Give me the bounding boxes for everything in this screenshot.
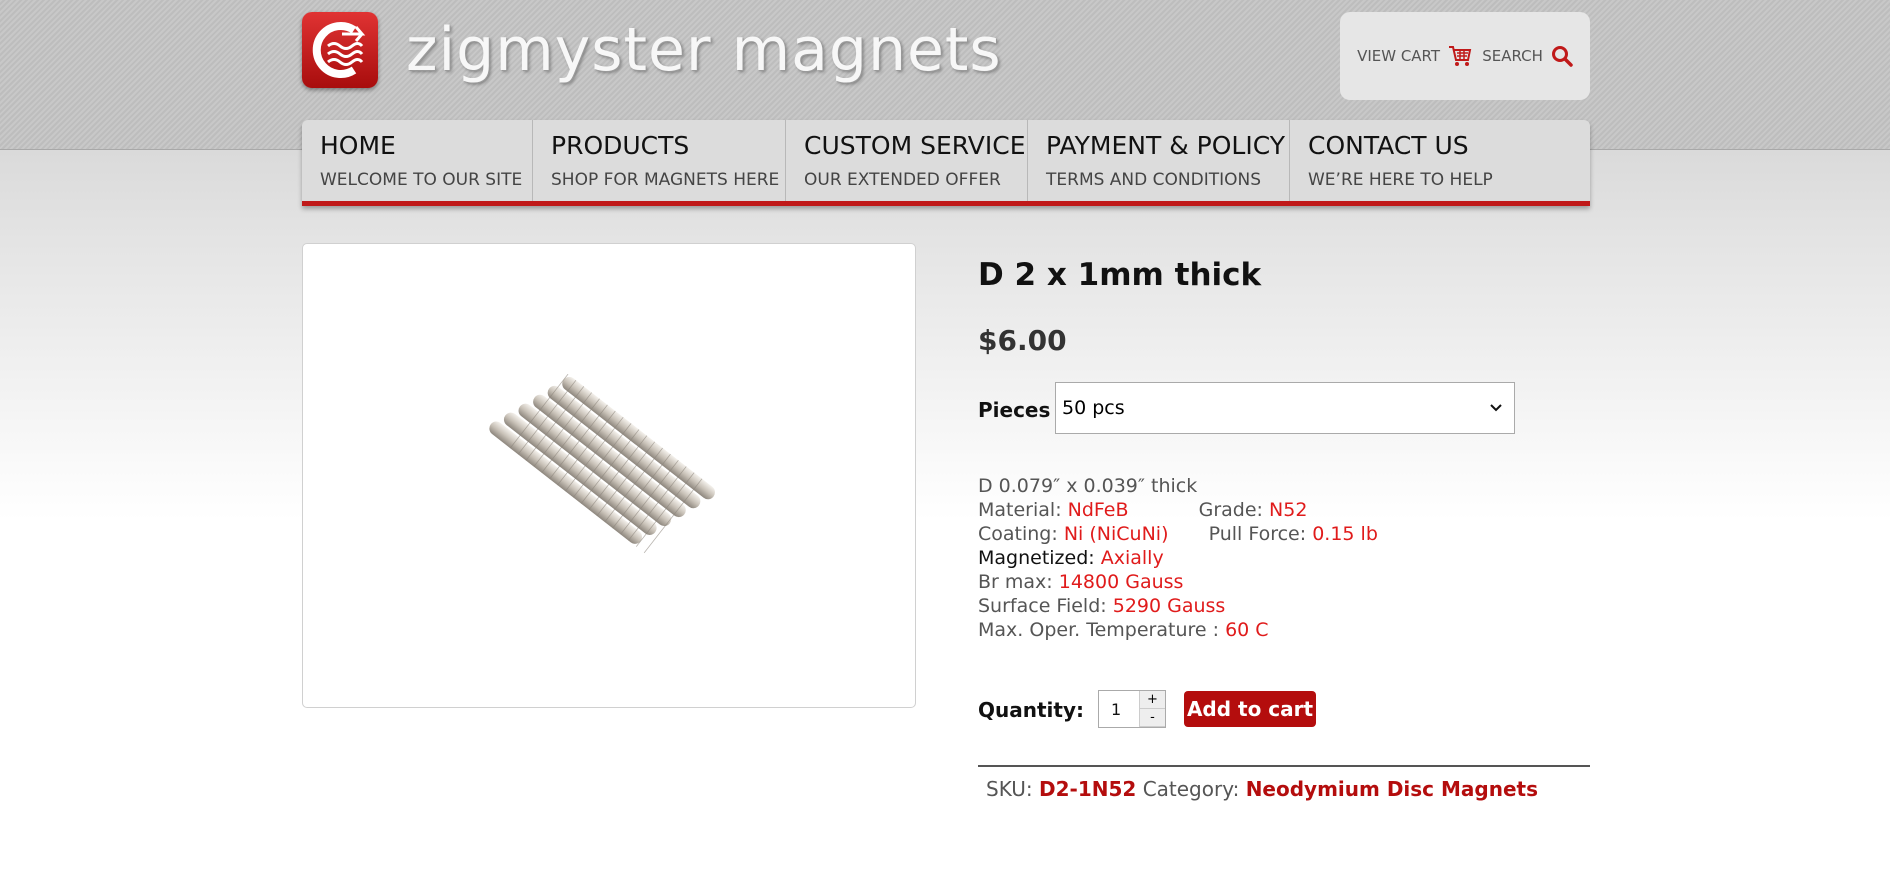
sku-label: SKU: <box>986 777 1033 801</box>
product-title: D 2 x 1mm thick <box>978 257 1262 293</box>
pieces-selected-value: 50 pcs <box>1062 397 1125 419</box>
spec-label: Coating: <box>978 523 1058 545</box>
site-logo[interactable]: zigmyster magnets <box>302 12 1002 88</box>
search-icon <box>1551 46 1573 67</box>
spec-label: Br max: <box>978 571 1053 593</box>
quantity-stepper[interactable]: 1 + - <box>1098 690 1166 728</box>
nav-item-home[interactable]: HOME WELCOME TO OUR SITE <box>302 120 533 201</box>
brand-name: zigmyster magnets <box>406 15 1002 85</box>
category-link[interactable]: Neodymium Disc Magnets <box>1246 777 1538 801</box>
nav-item-products[interactable]: PRODUCTS SHOP FOR MAGNETS HERE <box>533 120 786 201</box>
spec-label: Grade: <box>1198 499 1263 521</box>
nav-subtitle: SHOP FOR MAGNETS HERE <box>551 170 780 190</box>
nav-subtitle: WE’RE HERE TO HELP <box>1308 170 1493 190</box>
pieces-label: Pieces <box>978 398 1051 422</box>
nav-item-contact-us[interactable]: CONTACT US WE’RE HERE TO HELP <box>1290 120 1590 201</box>
product-image <box>489 374 715 554</box>
spec-value-br-max: 14800 Gauss <box>1058 571 1184 593</box>
cart-icon <box>1449 46 1472 66</box>
nav-title: PAYMENT & POLICY <box>1046 131 1285 160</box>
spec-row-magnetized: Magnetized: Axially <box>978 546 1378 570</box>
view-cart-link[interactable]: VIEW CART <box>1357 45 1472 67</box>
quantity-label: Quantity: <box>978 698 1084 722</box>
spec-row-material-grade: Material: NdFeB Grade: N52 <box>978 498 1378 522</box>
spec-value-magnetized: Axially <box>1100 547 1164 569</box>
product-image-box[interactable] <box>302 243 916 708</box>
spec-label: Max. Oper. Temperature : <box>978 619 1220 641</box>
nav-item-payment-policy[interactable]: PAYMENT & POLICY TERMS AND CONDITIONS <box>1028 120 1290 201</box>
product-price: $6.00 <box>978 324 1067 357</box>
sku-value: D2-1N52 <box>1039 777 1137 801</box>
nav-subtitle: TERMS AND CONDITIONS <box>1046 170 1261 190</box>
quantity-steps: + - <box>1139 691 1165 727</box>
add-to-cart-button[interactable]: Add to cart <box>1184 691 1316 727</box>
quantity-increase-button[interactable]: + <box>1140 691 1165 709</box>
product-meta: SKU: D2-1N52 Category: Neodymium Disc Ma… <box>978 765 1590 801</box>
spec-row-max-temp: Max. Oper. Temperature : 60 C <box>978 618 1378 642</box>
spec-value-grade: N52 <box>1269 499 1308 521</box>
spec-dimensions: D 0.079″ x 0.039″ thick <box>978 475 1198 497</box>
header-tools: VIEW CART SEARCH <box>1340 12 1590 100</box>
spec-row-surface-field: Surface Field: 5290 Gauss <box>978 594 1378 618</box>
category-label: Category: <box>1142 777 1240 801</box>
spec-label: Magnetized: <box>978 547 1095 569</box>
search-link[interactable]: SEARCH <box>1482 45 1573 67</box>
spec-row-br-max: Br max: 14800 Gauss <box>978 570 1378 594</box>
logo-icon <box>302 12 378 88</box>
product-specs: D 0.079″ x 0.039″ thick Material: NdFeB … <box>978 474 1378 642</box>
spec-value-material: NdFeB <box>1067 499 1129 521</box>
pieces-select[interactable]: 50 pcs <box>1055 382 1515 434</box>
nav-title: HOME <box>320 131 396 160</box>
view-cart-label: VIEW CART <box>1357 47 1441 65</box>
nav-title: CONTACT US <box>1308 131 1469 160</box>
chevron-down-icon <box>1490 404 1502 412</box>
spec-label: Material: <box>978 499 1062 521</box>
spec-value-pull-force: 0.15 lb <box>1312 523 1378 545</box>
spec-label: Pull Force: <box>1208 523 1307 545</box>
nav-title: PRODUCTS <box>551 131 690 160</box>
spec-row-coating-pull: Coating: Ni (NiCuNi) Pull Force: 0.15 lb <box>978 522 1378 546</box>
spec-value-coating: Ni (NiCuNi) <box>1063 523 1169 545</box>
quantity-decrease-button[interactable]: - <box>1140 709 1165 727</box>
quantity-input[interactable]: 1 <box>1099 691 1139 727</box>
nav-item-custom-service[interactable]: CUSTOM SERVICE OUR EXTENDED OFFER <box>786 120 1028 201</box>
spec-label: Surface Field: <box>978 595 1107 617</box>
spec-value-max-temp: 60 C <box>1225 619 1269 641</box>
nav-subtitle: OUR EXTENDED OFFER <box>804 170 1001 190</box>
main-nav: HOME WELCOME TO OUR SITE PRODUCTS SHOP F… <box>302 120 1590 206</box>
spec-value-surface-field: 5290 Gauss <box>1112 595 1226 617</box>
nav-title: CUSTOM SERVICE <box>804 131 1026 160</box>
nav-subtitle: WELCOME TO OUR SITE <box>320 170 523 190</box>
search-label: SEARCH <box>1482 47 1543 65</box>
